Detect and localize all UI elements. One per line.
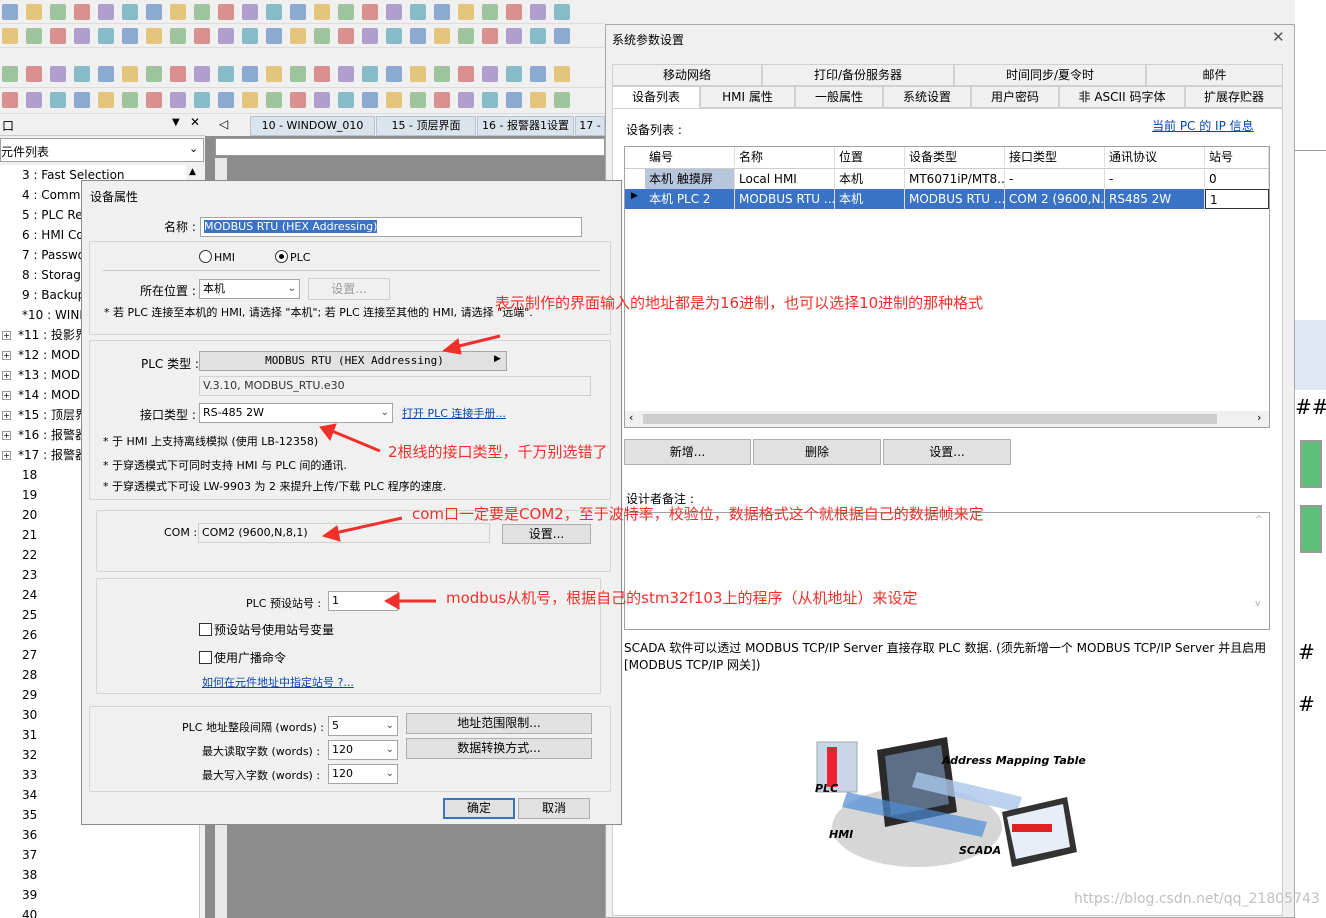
annotation-interface: 2根线的接口类型，千万别选错了 bbox=[388, 443, 608, 461]
annotation-hex-addressing: 表示制作的界面输入的地址都是为16进制，也可以选择10进制的那种格式 bbox=[495, 294, 984, 312]
annotation-com: com口一定要是COM2，至于波特率，校验位，数据格式这个就根据自己的数据帧来定 bbox=[412, 505, 984, 523]
annotation-station: modbus从机号，根据自己的stm32f103上的程序（从机地址）来设定 bbox=[446, 589, 918, 607]
annotation-arrows bbox=[319, 334, 501, 610]
